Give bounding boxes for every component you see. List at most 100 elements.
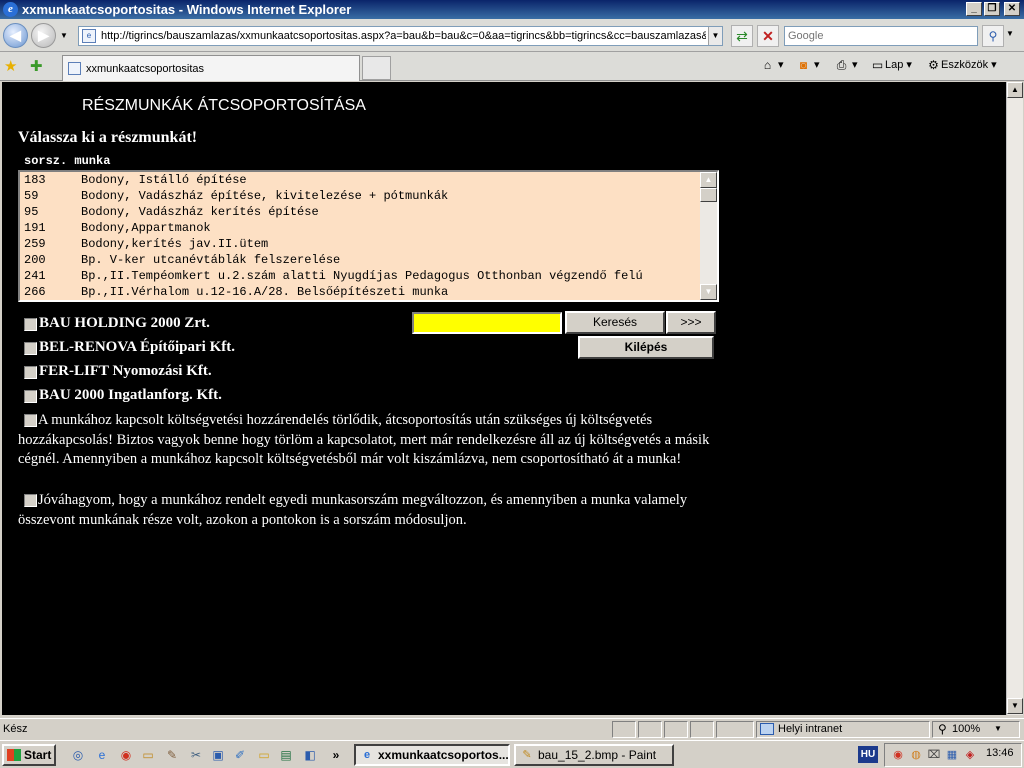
next-button[interactable]: >>> xyxy=(666,311,716,334)
stop-button[interactable]: ✕ xyxy=(757,25,779,47)
forward-button[interactable]: ▶ xyxy=(31,23,56,48)
scroll-down-icon[interactable]: ▼ xyxy=(700,284,717,300)
task-paint-icon: ✎ xyxy=(522,749,532,761)
windows-logo-icon xyxy=(7,749,21,761)
company-checkbox[interactable] xyxy=(24,390,37,403)
ql-chrome-icon[interactable]: ◉ xyxy=(118,747,134,763)
company-label: FER-LIFT Nyomozási Kft. xyxy=(39,363,212,379)
page-content: RÉSZMUNKÁK ÁTCSOPORTOSÍTÁSA Válassza ki … xyxy=(2,82,1006,715)
language-indicator[interactable]: HU xyxy=(858,746,878,763)
ql-tool-icon[interactable]: ✎ xyxy=(164,747,180,763)
task-paint-window[interactable]: ✎ bau_15_2.bmp - Paint xyxy=(514,744,674,766)
history-dropdown-icon[interactable]: ▼ xyxy=(60,31,68,40)
status-cell xyxy=(612,721,636,738)
page-scroll-up-icon[interactable]: ▲ xyxy=(1007,82,1023,98)
back-button[interactable]: ◀ xyxy=(3,23,28,48)
task-label: xxmunkaatcsoportos... xyxy=(378,748,509,762)
start-button[interactable]: Start xyxy=(2,744,56,766)
address-url[interactable]: http://tigrincs/bauszamlazas/xxmunkaatcs… xyxy=(101,30,706,42)
ql-ie-icon[interactable]: e xyxy=(94,747,110,763)
search-dropdown-icon[interactable]: ▼ xyxy=(1006,29,1014,38)
address-bar[interactable]: e http://tigrincs/bauszamlazas/xxmunkaat… xyxy=(78,26,723,46)
close-button[interactable]: ✕ xyxy=(1004,2,1020,16)
restore-button[interactable]: ❐ xyxy=(984,2,1000,16)
ql-pen-icon[interactable]: ✐ xyxy=(232,747,248,763)
status-bar: Kész Helyi intranet ⚲ 100% ▼ xyxy=(0,718,1024,740)
exit-button[interactable]: Kilépés xyxy=(578,336,714,359)
tab-bar: ★ ✚ xxmunkaatcsoportositas ⌂ ▾ ◙ ▾ ⎙ ▾ ▭… xyxy=(0,52,1024,81)
search-box[interactable] xyxy=(784,26,978,46)
home-icon: ⌂ xyxy=(763,58,772,73)
add-favorite-icon[interactable]: ✚ xyxy=(30,57,43,75)
page-icon: e xyxy=(82,29,96,43)
status-cell xyxy=(716,721,754,738)
confirm-budget-text: A munkához kapcsolt költségvetési hozzár… xyxy=(18,412,710,467)
security-zone: Helyi intranet xyxy=(778,723,843,735)
page-menu[interactable]: ▭ Lap ▾ xyxy=(870,58,912,72)
search-magnifier-icon[interactable]: ⚲ xyxy=(982,25,1004,47)
ql-network-icon[interactable]: ◧ xyxy=(302,747,318,763)
page-scroll-down-icon[interactable]: ▼ xyxy=(1007,698,1023,714)
confirm-number-text: Jóváhagyom, hogy a munkához rendelt egye… xyxy=(18,492,688,528)
ql-folder2-icon[interactable]: ▭ xyxy=(256,747,272,763)
home-button[interactable]: ⌂ ▾ xyxy=(760,58,784,72)
navigation-bar: ◀ ▶ ▼ e http://tigrincs/bauszamlazas/xxm… xyxy=(0,19,1024,52)
refresh-button[interactable]: ⇄ xyxy=(731,25,753,47)
ql-browser-icon[interactable]: ◎ xyxy=(70,747,86,763)
company-label: BAU HOLDING 2000 Zrt. xyxy=(39,315,210,331)
status-cell xyxy=(638,721,662,738)
intranet-icon xyxy=(760,723,774,735)
tray-network-icon[interactable]: ▦ xyxy=(945,748,959,762)
clock[interactable]: 13:46 xyxy=(986,747,1014,759)
zoom-dropdown-icon[interactable]: ▼ xyxy=(994,724,1002,733)
ie-logo-icon: e xyxy=(3,2,18,17)
scroll-thumb[interactable] xyxy=(700,188,717,202)
listbox-scrollbar[interactable]: ▲ ▼ xyxy=(700,172,717,300)
address-dropdown-icon[interactable]: ▼ xyxy=(708,27,722,45)
rss-icon: ◙ xyxy=(799,58,808,73)
task-ie-window[interactable]: e xxmunkaatcsoportos... xyxy=(354,744,510,766)
work-item-listbox[interactable]: 183 Bodony, Istálló építése 59 Bodony, Vad… xyxy=(18,170,719,302)
list-column-header: sorsz. munka xyxy=(24,154,111,168)
page-menu-icon: ▭ xyxy=(871,58,884,73)
zoom-magnifier-icon: ⚲ xyxy=(938,722,947,736)
scroll-up-icon[interactable]: ▲ xyxy=(700,172,717,188)
ql-folder-icon[interactable]: ▭ xyxy=(140,747,156,763)
favorites-star-icon[interactable]: ★ xyxy=(4,57,17,75)
tools-menu[interactable]: ⚙ Eszközök ▾ xyxy=(926,58,997,72)
ql-more-icon[interactable]: » xyxy=(328,747,344,763)
ql-app-icon[interactable]: ▤ xyxy=(278,747,294,763)
gear-icon: ⚙ xyxy=(928,58,939,73)
tray-security-icon[interactable]: ◍ xyxy=(909,748,923,762)
company-checkbox[interactable] xyxy=(24,318,37,331)
tray-app-icon[interactable]: ◉ xyxy=(891,748,905,762)
new-tab-button[interactable] xyxy=(362,56,391,80)
search-field[interactable] xyxy=(412,312,562,334)
search-button[interactable]: Keresés xyxy=(565,311,665,334)
ql-tools-icon[interactable]: ✂ xyxy=(188,747,204,763)
status-text: Kész xyxy=(3,723,28,735)
page-scrollbar[interactable]: ▲ ▼ xyxy=(1006,82,1023,715)
company-label: BAU 2000 Ingatlanforg. Kft. xyxy=(39,387,222,403)
tab-current[interactable]: xxmunkaatcsoportositas xyxy=(62,55,360,81)
page-title: RÉSZMUNKÁK ÁTCSOPORTOSÍTÁSA xyxy=(82,97,366,114)
window-title-bar[interactable]: e xxmunkaatcsoportositas - Windows Inter… xyxy=(0,0,1024,19)
print-button[interactable]: ⎙ ▾ xyxy=(834,58,858,72)
select-prompt: Válassza ki a részmunkát! xyxy=(18,129,198,146)
task-ie-icon: e xyxy=(363,749,371,761)
tray-device-icon[interactable]: ⌧ xyxy=(927,748,941,762)
tab-label: xxmunkaatcsoportositas xyxy=(86,63,204,75)
ql-image-icon[interactable]: ▣ xyxy=(210,747,226,763)
tools-menu-label: Eszközök xyxy=(941,59,989,71)
tab-page-icon xyxy=(68,62,81,75)
tray-shield-icon[interactable]: ◈ xyxy=(963,748,977,762)
zoom-level[interactable]: 100% xyxy=(952,723,980,735)
minimize-button[interactable]: _ xyxy=(966,2,982,16)
status-cell xyxy=(690,721,714,738)
company-label: BEL-RENOVA Építőipari Kft. xyxy=(39,339,236,355)
feeds-button[interactable]: ◙ ▾ xyxy=(796,58,820,72)
search-input[interactable] xyxy=(785,27,973,44)
company-checkbox[interactable] xyxy=(24,342,37,355)
taskbar: Start ◎ e ◉ ▭ ✎ ✂ ▣ ✐ ▭ ▤ ◧ » e xxmunkaa… xyxy=(0,740,1024,768)
company-checkbox[interactable] xyxy=(24,366,37,379)
